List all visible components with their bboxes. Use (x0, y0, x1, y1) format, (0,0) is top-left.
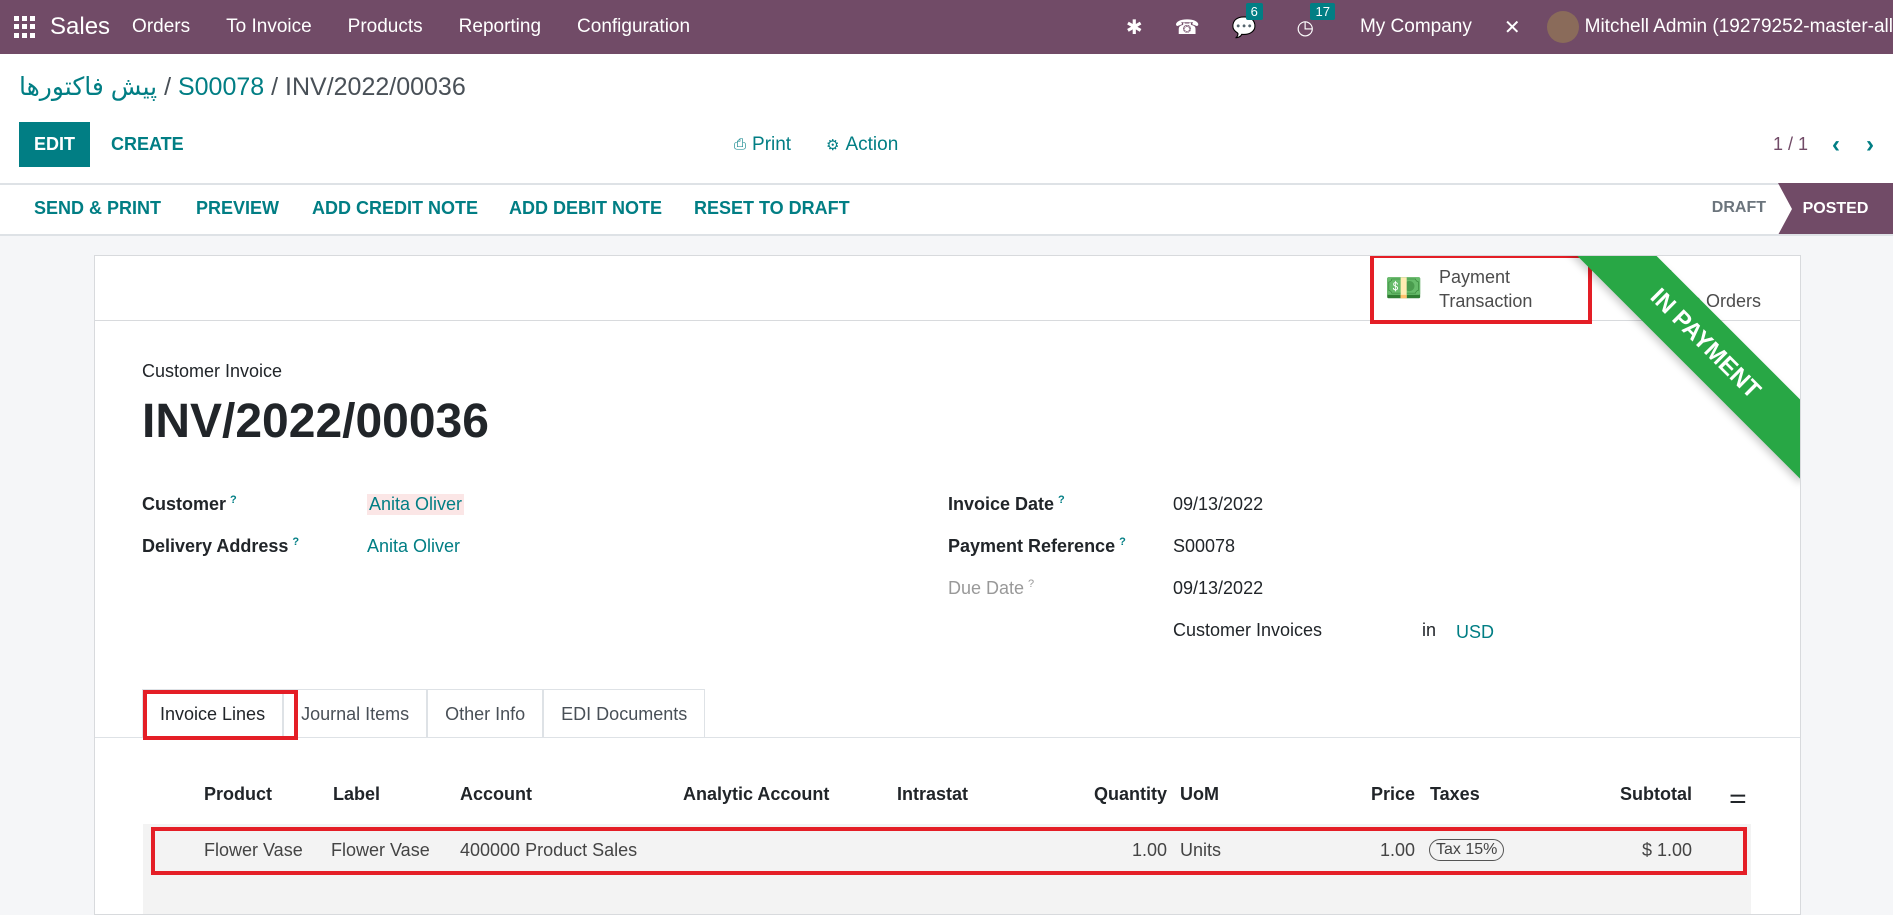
reset-to-draft-button[interactable]: RESET TO DRAFT (694, 198, 850, 219)
avatar[interactable] (1546, 11, 1579, 43)
divider (95, 737, 1800, 738)
breadcrumb-item[interactable]: پیش فاکتورها (19, 73, 157, 101)
chat-icon[interactable]: 💬 6 (1232, 2, 1263, 40)
customer-label: Customer? (142, 494, 237, 514)
company-switcher[interactable]: My Company (1360, 16, 1472, 38)
delivery-address-label: Delivery Address? (142, 536, 300, 556)
tab-other-info[interactable]: Other Info (427, 689, 544, 738)
print-label: Print (752, 133, 792, 155)
customer-field[interactable]: Anita Oliver (367, 494, 465, 515)
menu-reporting[interactable]: Reporting (459, 16, 541, 38)
journal-field[interactable]: Customer Invoices (1173, 620, 1322, 641)
due-date-label: Due Date? (948, 578, 1035, 598)
breadcrumb: پیش فاکتورها / S00078 / INV/2022/00036 (19, 73, 466, 101)
column-header-quantity[interactable]: Quantity (1094, 784, 1167, 805)
invoice-form: 💵 PaymentTransaction ✎ 1Sale Orders IN P… (94, 255, 1801, 915)
menu-orders[interactable]: Orders (132, 16, 190, 38)
chevron-right-icon[interactable]: › (1866, 122, 1874, 167)
divider (0, 183, 1893, 185)
column-header-taxes[interactable]: Taxes (1430, 784, 1480, 805)
payment-reference-field[interactable]: S00078 (1173, 536, 1235, 557)
payment-reference-label: Payment Reference? (948, 536, 1126, 556)
in-text: in (1422, 620, 1437, 640)
menu-products[interactable]: Products (348, 16, 423, 38)
send-print-button[interactable]: SEND & PRINT (34, 198, 161, 219)
apps-menu-icon[interactable] (14, 16, 36, 38)
clock-icon[interactable]: ◷ 17 (1296, 2, 1335, 40)
stage-posted[interactable]: POSTED (1778, 183, 1893, 235)
stage-draft[interactable]: DRAFT (1712, 199, 1766, 217)
action-button[interactable]: ⚙ Action (826, 122, 898, 167)
column-header-analytic-account[interactable]: Analytic Account (683, 784, 829, 805)
breadcrumb-current: INV/2022/00036 (285, 73, 466, 101)
create-button[interactable]: CREATE (111, 122, 184, 167)
app-name[interactable]: Sales (50, 13, 110, 41)
column-header-subtotal[interactable]: Subtotal (1620, 784, 1692, 805)
column-header-uom[interactable]: UoM (1180, 784, 1219, 805)
preview-button[interactable]: PREVIEW (196, 198, 279, 219)
column-header-intrastat[interactable]: Intrastat (897, 784, 968, 805)
column-header-price[interactable]: Price (1371, 784, 1415, 805)
invoice-number: INV/2022/00036 (142, 395, 489, 448)
highlight-box (143, 690, 298, 740)
edit-button[interactable]: EDIT (19, 122, 90, 167)
pager-value[interactable]: 1 / 1 (1773, 122, 1808, 167)
highlight-box (1370, 256, 1592, 324)
phone-icon[interactable]: ☎ (1175, 15, 1200, 40)
breadcrumb-item[interactable]: S00078 (178, 73, 264, 101)
user-menu[interactable]: Mitchell Admin (19279252-master-all (1585, 16, 1893, 38)
messages-badge: 6 (1245, 2, 1263, 20)
menu-to-invoice[interactable]: To Invoice (226, 16, 312, 38)
currency-field[interactable]: USD (1456, 622, 1494, 643)
print-icon: ⎙ (734, 136, 747, 153)
due-date-field[interactable]: 09/13/2022 (1173, 578, 1263, 599)
activities-badge: 17 (1310, 2, 1335, 20)
column-header-product[interactable]: Product (204, 784, 272, 805)
invoice-date-label: Invoice Date? (948, 494, 1065, 514)
add-credit-note-button[interactable]: ADD CREDIT NOTE (312, 198, 478, 219)
gear-icon: ⚙ (826, 136, 840, 154)
menu-configuration[interactable]: Configuration (577, 16, 690, 38)
print-button[interactable]: ⎙ Print (734, 122, 791, 167)
navbar: Sales Orders To Invoice Products Reporti… (0, 0, 1893, 54)
highlight-box (151, 827, 1747, 875)
action-label: Action (845, 133, 899, 155)
delivery-address-field[interactable]: Anita Oliver (367, 536, 460, 557)
invoice-date-field[interactable]: 09/13/2022 (1173, 494, 1263, 515)
column-header-label[interactable]: Label (333, 784, 380, 805)
chevron-left-icon[interactable]: ‹ (1832, 122, 1840, 167)
tools-icon[interactable]: ✕ (1504, 15, 1521, 40)
tab-edi-documents[interactable]: EDI Documents (543, 689, 706, 738)
add-debit-note-button[interactable]: ADD DEBIT NOTE (509, 198, 662, 219)
divider (0, 234, 1893, 236)
column-header-account[interactable]: Account (460, 784, 532, 805)
bug-icon[interactable]: ✱ (1126, 15, 1143, 40)
tab-journal-items[interactable]: Journal Items (283, 689, 428, 738)
optional-columns-icon[interactable]: ⚌ (1729, 784, 1747, 809)
invoice-type: Customer Invoice (142, 361, 283, 381)
